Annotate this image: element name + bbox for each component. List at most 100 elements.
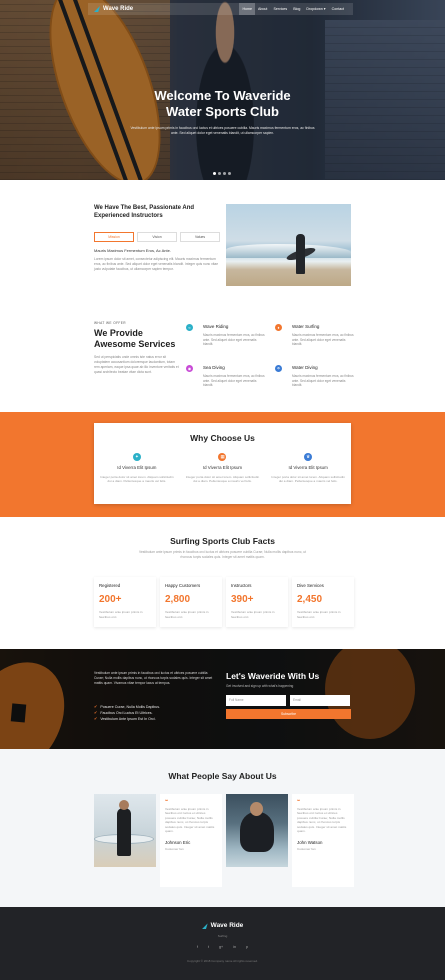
trophy-icon: ♛ — [304, 453, 313, 461]
tab-mission[interactable]: Mission — [94, 232, 134, 242]
service-water-surfing[interactable]: ♦ Water Surfing Mauris maximus fermentum… — [275, 324, 355, 347]
testimonial-quote: Vestibulum ante ipsum primis in faucibus… — [297, 806, 347, 834]
fact-value: 2,450 — [297, 593, 323, 605]
bullet-text: Vestibulum Ante Ipsum Est In Orci. — [100, 717, 156, 721]
footer-logo[interactable]: Wave Ride — [0, 922, 445, 931]
fact-desc: Vestibulum ante ipsum primis in faucibus… — [231, 610, 275, 619]
surfer-figure — [296, 234, 305, 274]
tab-values[interactable]: Values — [180, 232, 220, 242]
about-tabs: Mission Vision Values — [94, 232, 220, 242]
beach-surfer-image — [226, 204, 351, 286]
nav-item-dropdown[interactable]: Dropdown ▾ — [303, 3, 328, 15]
compass-icon: ✦ — [132, 453, 141, 461]
slider-dot[interactable] — [218, 172, 221, 175]
fact-desc: Vestibulum ante ipsum primis in faucibus… — [99, 610, 143, 619]
nav-item-services[interactable]: Services — [270, 3, 290, 15]
subscribe-banner: Vestibulum ante ipsum primis in faucibus… — [0, 649, 445, 749]
about-section: We Have The Best, Passionate And Experie… — [0, 180, 445, 412]
why-title: Why Choose Us — [190, 433, 255, 443]
service-water-diving[interactable]: ☂ Water Diving Mauris maximus fermentum … — [275, 365, 355, 388]
about-subheading: Mauris Maximus Fermentum Eros, Ac Ante. — [94, 248, 171, 253]
service-desc: Mauris maximus fermentum eros, ac finibu… — [203, 374, 265, 388]
facts-section: Surfing Sports Club Facts Vestibulum ant… — [0, 517, 445, 649]
fact-desc: Vestibulum ante ipsum primis in faucibus… — [297, 610, 341, 619]
nav-item-blog[interactable]: Blog — [290, 3, 303, 15]
testimonial-card: ❝ Vestibulum ante ipsum primis in faucib… — [292, 794, 354, 887]
services-text: Sed ut perspiciatis unde omnis iste natu… — [94, 355, 179, 375]
slider-dot[interactable] — [213, 172, 216, 175]
subscribe-button[interactable]: Subscribe — [226, 709, 351, 719]
about-paragraph: Lorem ipsum dolor sit amet, consectetur … — [94, 257, 219, 271]
slider-dot[interactable] — [228, 172, 231, 175]
fact-card: Instructors 390+ Vestibulum ante ipsum p… — [226, 577, 288, 627]
testimonial-photo — [94, 794, 156, 867]
hero-title-line2: Water Sports Club — [166, 104, 279, 119]
service-name: Water Surfing — [292, 324, 320, 329]
hero-title-line1: Welcome To Waveride — [154, 88, 291, 103]
service-desc: Mauris maximus fermentum eros, ac finibu… — [292, 333, 354, 347]
subscribe-subtitle: Get involved and sign up with what's hap… — [226, 684, 294, 688]
fact-card: Happy Customers 2,800 Vestibulum ante ip… — [160, 577, 222, 627]
person-head — [250, 802, 263, 816]
banner-overlay — [0, 649, 445, 749]
testimonial-name: Johnson Eric — [165, 839, 191, 845]
brand-logo[interactable]: Wave Ride — [94, 5, 133, 13]
service-name: Sea Diving — [203, 365, 225, 370]
social-links: f t g+ in p — [0, 945, 445, 950]
testimonial-role: Customer fan — [297, 846, 316, 851]
testimonials-title: What People Say About Us — [168, 771, 277, 781]
person-figure — [240, 812, 274, 852]
email-input[interactable]: Email — [290, 695, 350, 706]
check-icon: ✔ — [94, 716, 98, 721]
wave-logo-icon — [201, 923, 208, 930]
testimonial-role: Customer fan — [165, 846, 184, 851]
testimonial-quote: Vestibulum ante ipsum primis in faucibus… — [165, 806, 215, 834]
fact-card: Registered 200+ Vestibulum ante ipsum pr… — [94, 577, 156, 627]
surfboard-icon: ♦ — [275, 324, 282, 331]
brand-name: Wave Ride — [103, 5, 134, 12]
slider-dot[interactable] — [223, 172, 226, 175]
testimonial-name: John Watson — [297, 839, 323, 845]
top-nav: Wave Ride Home About Services Blog Dropd… — [88, 3, 353, 15]
footer-tagline: Surfing — [217, 934, 228, 938]
fact-label: Instructors — [231, 583, 252, 588]
service-wave-riding[interactable]: ≈ Wave Riding Mauris maximus fermentum e… — [186, 324, 266, 347]
service-desc: Mauris maximus fermentum eros, ac finibu… — [203, 333, 265, 347]
nav-item-contact[interactable]: Contact — [329, 3, 347, 15]
bullet-item: ✔ Vestibulum Ante Ipsum Est In Orci. — [94, 716, 160, 722]
footer: Wave Ride Surfing f t g+ in p Copyright … — [0, 907, 445, 980]
facts-intro: Vestibulum ante ipsum primis in faucibus… — [138, 550, 307, 559]
why-item-desc: Integer porta dolor sit amet lorem. Aliq… — [100, 474, 174, 484]
fact-card: Dive Services 2,450 Vestibulum ante ipsu… — [292, 577, 354, 627]
nav-item-home[interactable]: Home — [239, 3, 256, 15]
umbrella-icon: ☂ — [275, 365, 282, 372]
pinterest-icon[interactable]: p — [246, 945, 248, 950]
service-name: Water Diving — [292, 365, 318, 370]
fact-value: 200+ — [99, 593, 122, 605]
nav-item-about[interactable]: About — [255, 3, 270, 15]
about-heading: We Have The Best, Passionate And Experie… — [94, 205, 195, 219]
nav-menu: Home About Services Blog Dropdown ▾ Cont… — [239, 3, 347, 15]
why-item: ▦ Id Viverra Elit Ipsum Integer porta do… — [184, 453, 260, 484]
google-plus-icon[interactable]: g+ — [219, 945, 223, 950]
facebook-icon[interactable]: f — [197, 945, 198, 950]
footer-brand-name: Wave Ride — [210, 922, 244, 929]
testimonial-card: ❝ Vestibulum ante ipsum primis in faucib… — [160, 794, 222, 887]
fact-value: 390+ — [231, 593, 254, 605]
name-input[interactable]: Full Name — [226, 695, 286, 706]
why-item-desc: Integer porta dolor sit amet lorem. Aliq… — [185, 474, 260, 484]
why-item-desc: Integer porta dolor sit amet lorem. Aliq… — [271, 474, 345, 484]
services-kicker: What We Offer — [94, 321, 126, 325]
quote-icon: ❝ — [297, 799, 300, 805]
why-item: ♛ Id Viverra Elit Ipsum Integer porta do… — [270, 453, 346, 484]
hero-section: Wave Ride Home About Services Blog Dropd… — [0, 0, 445, 180]
service-sea-diving[interactable]: ◉ Sea Diving Mauris maximus fermentum er… — [186, 365, 266, 388]
facts-title: Surfing Sports Club Facts — [170, 536, 275, 546]
why-card: Why Choose Us ✦ Id Viverra Elit Ipsum In… — [94, 423, 351, 504]
tab-vision[interactable]: Vision — [137, 232, 177, 242]
fact-desc: Vestibulum ante ipsum primis in faucibus… — [165, 610, 209, 619]
twitter-icon[interactable]: t — [208, 945, 209, 950]
testimonials-section: What People Say About Us ❝ Vestibulum an… — [0, 749, 445, 907]
linkedin-icon[interactable]: in — [233, 945, 236, 950]
wave-icon: ≈ — [186, 324, 193, 331]
